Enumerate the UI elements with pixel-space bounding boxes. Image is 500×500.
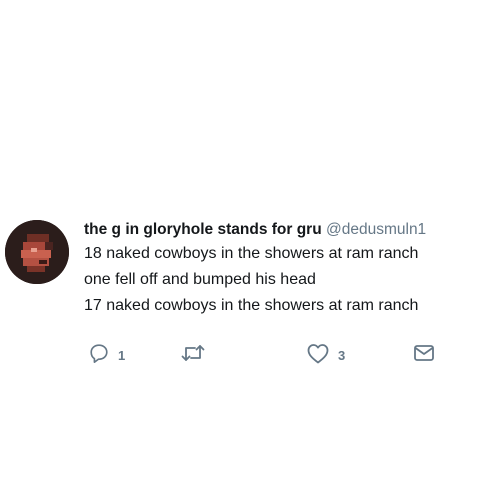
avatar[interactable] bbox=[5, 220, 69, 284]
tweet-text-line-1: 18 naked cowboys in the showers at ram r… bbox=[84, 245, 419, 262]
like-count: 3 bbox=[338, 347, 346, 363]
heart-icon bbox=[306, 342, 330, 369]
user-handle[interactable]: @dedusmuln1 bbox=[326, 221, 426, 238]
tweet: the g in gloryhole stands for gru @dedus… bbox=[0, 0, 500, 500]
direct-message-button[interactable] bbox=[413, 343, 435, 367]
reply-count: 1 bbox=[118, 347, 126, 363]
retweet-button[interactable] bbox=[180, 343, 214, 367]
tweet-text-line-2: one fell off and bumped his head bbox=[84, 271, 316, 288]
envelope-icon bbox=[413, 343, 435, 368]
tweet-text-line-3: 17 naked cowboys in the showers at ram r… bbox=[84, 297, 419, 314]
display-name[interactable]: the g in gloryhole stands for gru bbox=[84, 221, 322, 238]
reply-icon bbox=[88, 342, 110, 369]
tweet-content: the g in gloryhole stands for gru @dedus… bbox=[84, 219, 494, 319]
tweet-actions: 1 3 bbox=[88, 343, 448, 367]
tweet-header: the g in gloryhole stands for gru @dedus… bbox=[84, 219, 494, 241]
reply-button[interactable]: 1 bbox=[88, 343, 125, 367]
like-button[interactable]: 3 bbox=[306, 343, 345, 367]
retweet-icon bbox=[180, 342, 206, 369]
